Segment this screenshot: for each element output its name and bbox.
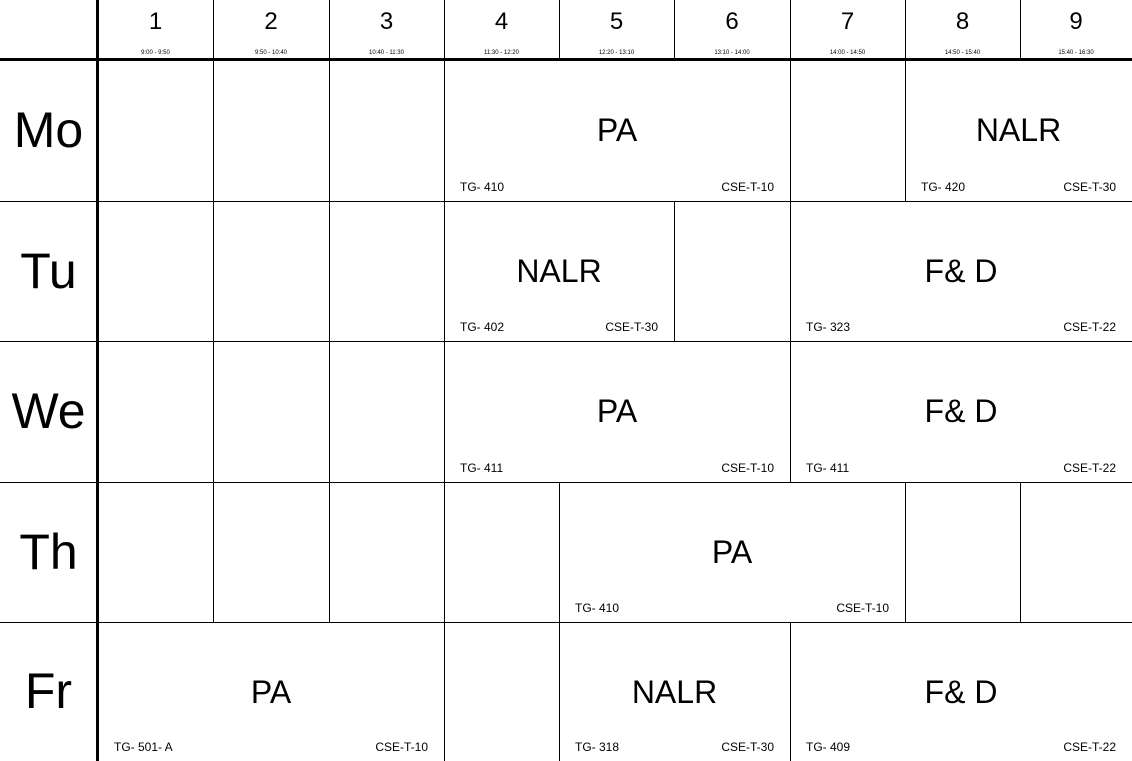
- period-time: 15:40 - 16:30: [1058, 50, 1094, 56]
- group-code: TG- 410: [575, 601, 620, 615]
- period-number: 6: [725, 8, 739, 35]
- room-code: CSE-T-30: [605, 320, 658, 334]
- empty-slot: [213, 482, 329, 622]
- empty-slot: [790, 60, 905, 201]
- empty-slot: [213, 60, 329, 201]
- period-time: 9:00 - 9:50: [141, 50, 170, 56]
- course-name: PA: [596, 393, 638, 429]
- class-block: F& D TG- 323 CSE-T-22: [790, 201, 1132, 341]
- class-block: F& D TG- 409 CSE-T-22: [790, 622, 1132, 761]
- period-number: 1: [148, 8, 163, 35]
- room-code: CSE-T-30: [1063, 180, 1116, 194]
- group-code: TG- 318: [575, 740, 620, 754]
- room-code: CSE-T-30: [721, 740, 774, 754]
- group-code: TG- 420: [921, 180, 966, 194]
- period-header: 7 14:00 - 14:50: [790, 0, 905, 60]
- course-name: NALR: [975, 112, 1062, 148]
- period-number: 2: [264, 8, 278, 35]
- empty-slot: [1020, 482, 1132, 622]
- period-time: 14:00 - 14:50: [829, 50, 866, 56]
- header-divider: [1020, 0, 1021, 60]
- empty-slot: [329, 482, 444, 622]
- class-block: PA TG- 410 CSE-T-10: [444, 60, 790, 201]
- class-block: PA TG- 410 CSE-T-10: [559, 482, 905, 622]
- room-code: CSE-T-22: [1063, 320, 1116, 334]
- room-code: CSE-T-10: [375, 740, 428, 754]
- period-number: 3: [379, 8, 394, 35]
- course-name: F& D: [924, 393, 998, 429]
- period-time: 10:40 - 11:30: [369, 50, 404, 56]
- empty-slot: [329, 341, 444, 482]
- period-time: 13:10 - 14:00: [714, 50, 750, 56]
- course-name: F& D: [924, 674, 998, 710]
- course-name: PA: [596, 112, 638, 148]
- course-name: F& D: [924, 253, 998, 289]
- group-code: TG- 410: [460, 180, 505, 194]
- period-header: 1 9:00 - 9:50: [98, 0, 213, 60]
- period-header: 4 11:30 - 12:20: [444, 0, 559, 60]
- period-header: 5 12:20 - 13:10: [559, 0, 674, 60]
- empty-slot: [444, 482, 559, 622]
- room-code: CSE-T-22: [1063, 740, 1116, 754]
- class-block: PA TG- 411 CSE-T-10: [444, 341, 790, 482]
- group-code: TG- 409: [806, 740, 851, 754]
- header-divider: [329, 0, 330, 60]
- header-divider: [213, 0, 214, 60]
- header-divider: [559, 0, 560, 60]
- empty-slot: [213, 341, 329, 482]
- course-name: NALR: [516, 253, 602, 289]
- room-code: CSE-T-22: [1063, 461, 1116, 475]
- day-label: Tu: [20, 243, 77, 299]
- period-header: 3 10:40 - 11:30: [329, 0, 444, 60]
- timetable: 1 9:00 - 9:50 2 9:50 - 10:40 3 10:40 - 11:30 4…: [0, 0, 1132, 761]
- period-header: 2 9:50 - 10:40: [213, 0, 329, 60]
- day-label: We: [11, 383, 86, 439]
- empty-slot: [98, 201, 213, 341]
- day-label: Th: [19, 524, 78, 580]
- period-time: 11:30 - 12:20: [484, 50, 519, 56]
- period-time: 9:50 - 10:40: [254, 50, 288, 56]
- day-label: Fr: [24, 663, 73, 719]
- empty-slot: [98, 60, 213, 201]
- period-number: 5: [609, 8, 624, 35]
- day-label: Mo: [13, 102, 84, 158]
- period-time: 14:50 - 15:40: [944, 50, 981, 56]
- class-block: NALR TG- 420 CSE-T-30: [905, 60, 1132, 201]
- room-code: CSE-T-10: [721, 461, 774, 475]
- period-header: 9 15:40 - 16:30: [1020, 0, 1132, 60]
- empty-slot: [329, 201, 444, 341]
- period-number: 9: [1069, 8, 1083, 35]
- header-divider: [674, 0, 675, 60]
- group-code: TG- 411: [460, 461, 504, 475]
- period-number: 4: [494, 8, 509, 35]
- room-code: CSE-T-10: [836, 601, 889, 615]
- header-divider: [444, 0, 445, 60]
- period-number: 8: [955, 8, 970, 35]
- room-code: CSE-T-10: [721, 180, 774, 194]
- course-name: PA: [250, 674, 292, 710]
- class-block: NALR TG- 318 CSE-T-30: [559, 622, 790, 761]
- course-name: PA: [711, 534, 753, 570]
- empty-slot: [329, 60, 444, 201]
- header-divider: [905, 0, 906, 60]
- period-header: 8 14:50 - 15:40: [905, 0, 1020, 60]
- group-code: TG- 402: [460, 320, 505, 334]
- period-header: 6 13:10 - 14:00: [674, 0, 790, 60]
- empty-slot: [674, 201, 790, 341]
- header-divider: [790, 0, 791, 60]
- class-block: NALR TG- 402 CSE-T-30: [444, 201, 674, 341]
- empty-slot: [905, 482, 1020, 622]
- empty-slot: [213, 201, 329, 341]
- empty-slot: [444, 622, 559, 761]
- group-code: TG- 323: [806, 320, 851, 334]
- course-name: NALR: [631, 674, 718, 710]
- period-time: 12:20 - 13:10: [598, 50, 635, 56]
- group-code: TG- 411: [806, 461, 850, 475]
- period-number: 7: [840, 8, 855, 35]
- class-block: PA TG- 501- A CSE-T-10: [98, 622, 444, 761]
- empty-slot: [98, 482, 213, 622]
- empty-slot: [98, 341, 213, 482]
- class-block: F& D TG- 411 CSE-T-22: [790, 341, 1132, 482]
- group-code: TG- 501- A: [114, 740, 173, 754]
